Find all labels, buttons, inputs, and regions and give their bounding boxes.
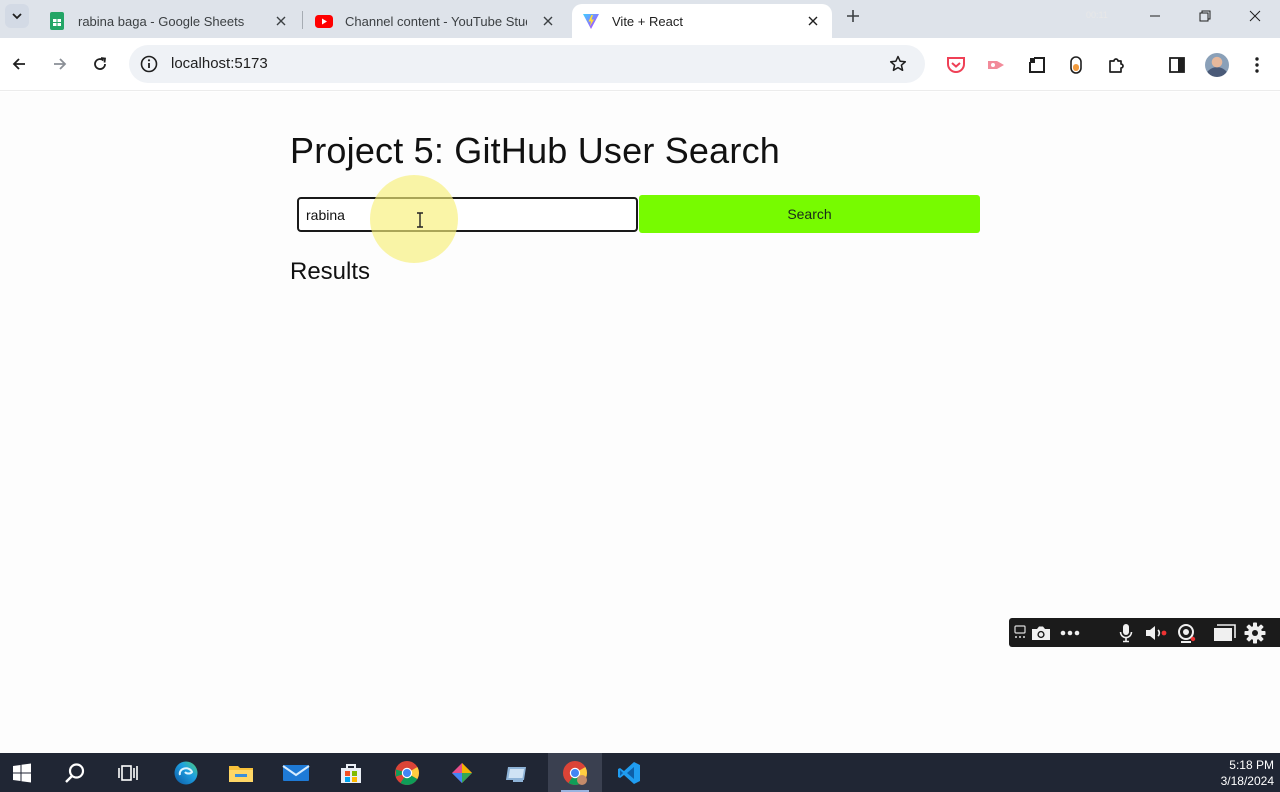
clock-date: 3/18/2024 bbox=[1220, 774, 1274, 788]
restore-icon bbox=[1199, 10, 1211, 22]
chevron-down-icon bbox=[12, 13, 22, 20]
screen-recorder-toolbar bbox=[1009, 618, 1280, 647]
speaker-icon[interactable] bbox=[1143, 623, 1169, 643]
vite-icon bbox=[582, 12, 600, 30]
window-capture-icon[interactable] bbox=[1211, 623, 1237, 643]
reload-icon bbox=[94, 57, 107, 70]
recorder-grid-icon[interactable] bbox=[1013, 623, 1027, 643]
clock-time: 5:18 PM bbox=[1229, 758, 1274, 772]
site-info-icon[interactable] bbox=[139, 54, 159, 74]
task-view-icon[interactable] bbox=[106, 753, 150, 792]
file-explorer-icon[interactable] bbox=[219, 753, 263, 792]
text-cursor-icon bbox=[417, 212, 423, 228]
more-options-icon[interactable] bbox=[1059, 623, 1081, 643]
start-icon[interactable] bbox=[0, 753, 44, 792]
tab-title: Vite + React bbox=[612, 13, 683, 29]
screen: rabina baga - Google Sheets Channel cont… bbox=[0, 0, 1280, 792]
search-input[interactable] bbox=[297, 197, 638, 232]
chrome-icon[interactable] bbox=[385, 753, 429, 792]
tab-close-icon[interactable] bbox=[272, 12, 290, 30]
new-tab-button[interactable] bbox=[842, 5, 864, 27]
paint-icon[interactable] bbox=[440, 753, 484, 792]
restore-button[interactable] bbox=[1180, 0, 1230, 32]
tab-google-sheets[interactable]: rabina baga - Google Sheets bbox=[38, 4, 300, 38]
youtube-icon bbox=[315, 12, 333, 30]
address-bar[interactable]: localhost:5173 bbox=[129, 45, 925, 83]
profile-avatar[interactable] bbox=[1205, 53, 1229, 77]
settings-gear-icon[interactable] bbox=[1243, 622, 1267, 644]
search-icon[interactable] bbox=[53, 753, 97, 792]
page-title: Project 5: GitHub User Search bbox=[290, 130, 780, 171]
tab-search-button[interactable] bbox=[5, 4, 29, 28]
chrome-active-icon[interactable] bbox=[548, 753, 602, 792]
plus-icon bbox=[847, 10, 859, 22]
cursor-highlight bbox=[370, 175, 458, 263]
close-icon bbox=[1249, 10, 1261, 22]
edge-icon[interactable] bbox=[164, 753, 208, 792]
tab-vite-react[interactable]: Vite + React bbox=[572, 4, 832, 38]
url-text: localhost:5173 bbox=[171, 55, 268, 72]
browser-toolbar: localhost:5173 bbox=[0, 38, 1280, 91]
tab-close-icon[interactable] bbox=[804, 12, 822, 30]
windows-taskbar: 5:18 PM 3/18/2024 bbox=[0, 753, 1280, 792]
search-button[interactable]: Search bbox=[639, 195, 980, 233]
forward-button[interactable] bbox=[47, 51, 73, 77]
chrome-menu-icon[interactable] bbox=[1247, 54, 1267, 76]
google-sheets-icon bbox=[48, 12, 66, 30]
tab-title: rabina baga - Google Sheets bbox=[78, 13, 245, 29]
extensions-puzzle-icon[interactable] bbox=[1106, 54, 1128, 76]
store-icon[interactable] bbox=[329, 753, 373, 792]
camera-icon[interactable] bbox=[1029, 623, 1053, 643]
results-heading: Results bbox=[290, 258, 371, 285]
tab-extension-icon[interactable] bbox=[1026, 54, 1048, 76]
tab-title: Channel content - YouTube Studio bbox=[345, 13, 527, 29]
reload-button[interactable] bbox=[87, 51, 113, 77]
back-button[interactable] bbox=[6, 51, 32, 77]
tab-youtube-studio[interactable]: Channel content - YouTube Studio bbox=[305, 4, 567, 38]
recorder-extension-icon[interactable] bbox=[985, 54, 1007, 76]
webcam-icon[interactable] bbox=[1175, 623, 1197, 643]
system-clock[interactable]: 5:18 PM 3/18/2024 bbox=[1204, 757, 1274, 789]
recording-timer: 00:11 bbox=[1086, 10, 1108, 20]
microphone-icon[interactable] bbox=[1117, 623, 1135, 643]
close-window-button[interactable] bbox=[1230, 0, 1280, 32]
minimize-icon bbox=[1150, 15, 1160, 17]
page-content: Project 5: GitHub User Search Search Res… bbox=[0, 92, 1280, 753]
minimize-button[interactable] bbox=[1130, 0, 1180, 32]
capsule-extension-icon[interactable] bbox=[1065, 54, 1087, 76]
arrow-right-icon bbox=[54, 58, 67, 70]
remote-desktop-icon[interactable] bbox=[495, 753, 539, 792]
vscode-icon[interactable] bbox=[607, 753, 651, 792]
side-panel-icon[interactable] bbox=[1166, 54, 1188, 76]
arrow-left-icon bbox=[12, 58, 25, 70]
pocket-extension-icon[interactable] bbox=[945, 54, 967, 76]
bookmark-star-icon[interactable] bbox=[888, 54, 908, 74]
tab-close-icon[interactable] bbox=[539, 12, 557, 30]
mail-icon[interactable] bbox=[274, 753, 318, 792]
tab-separator bbox=[302, 11, 303, 29]
